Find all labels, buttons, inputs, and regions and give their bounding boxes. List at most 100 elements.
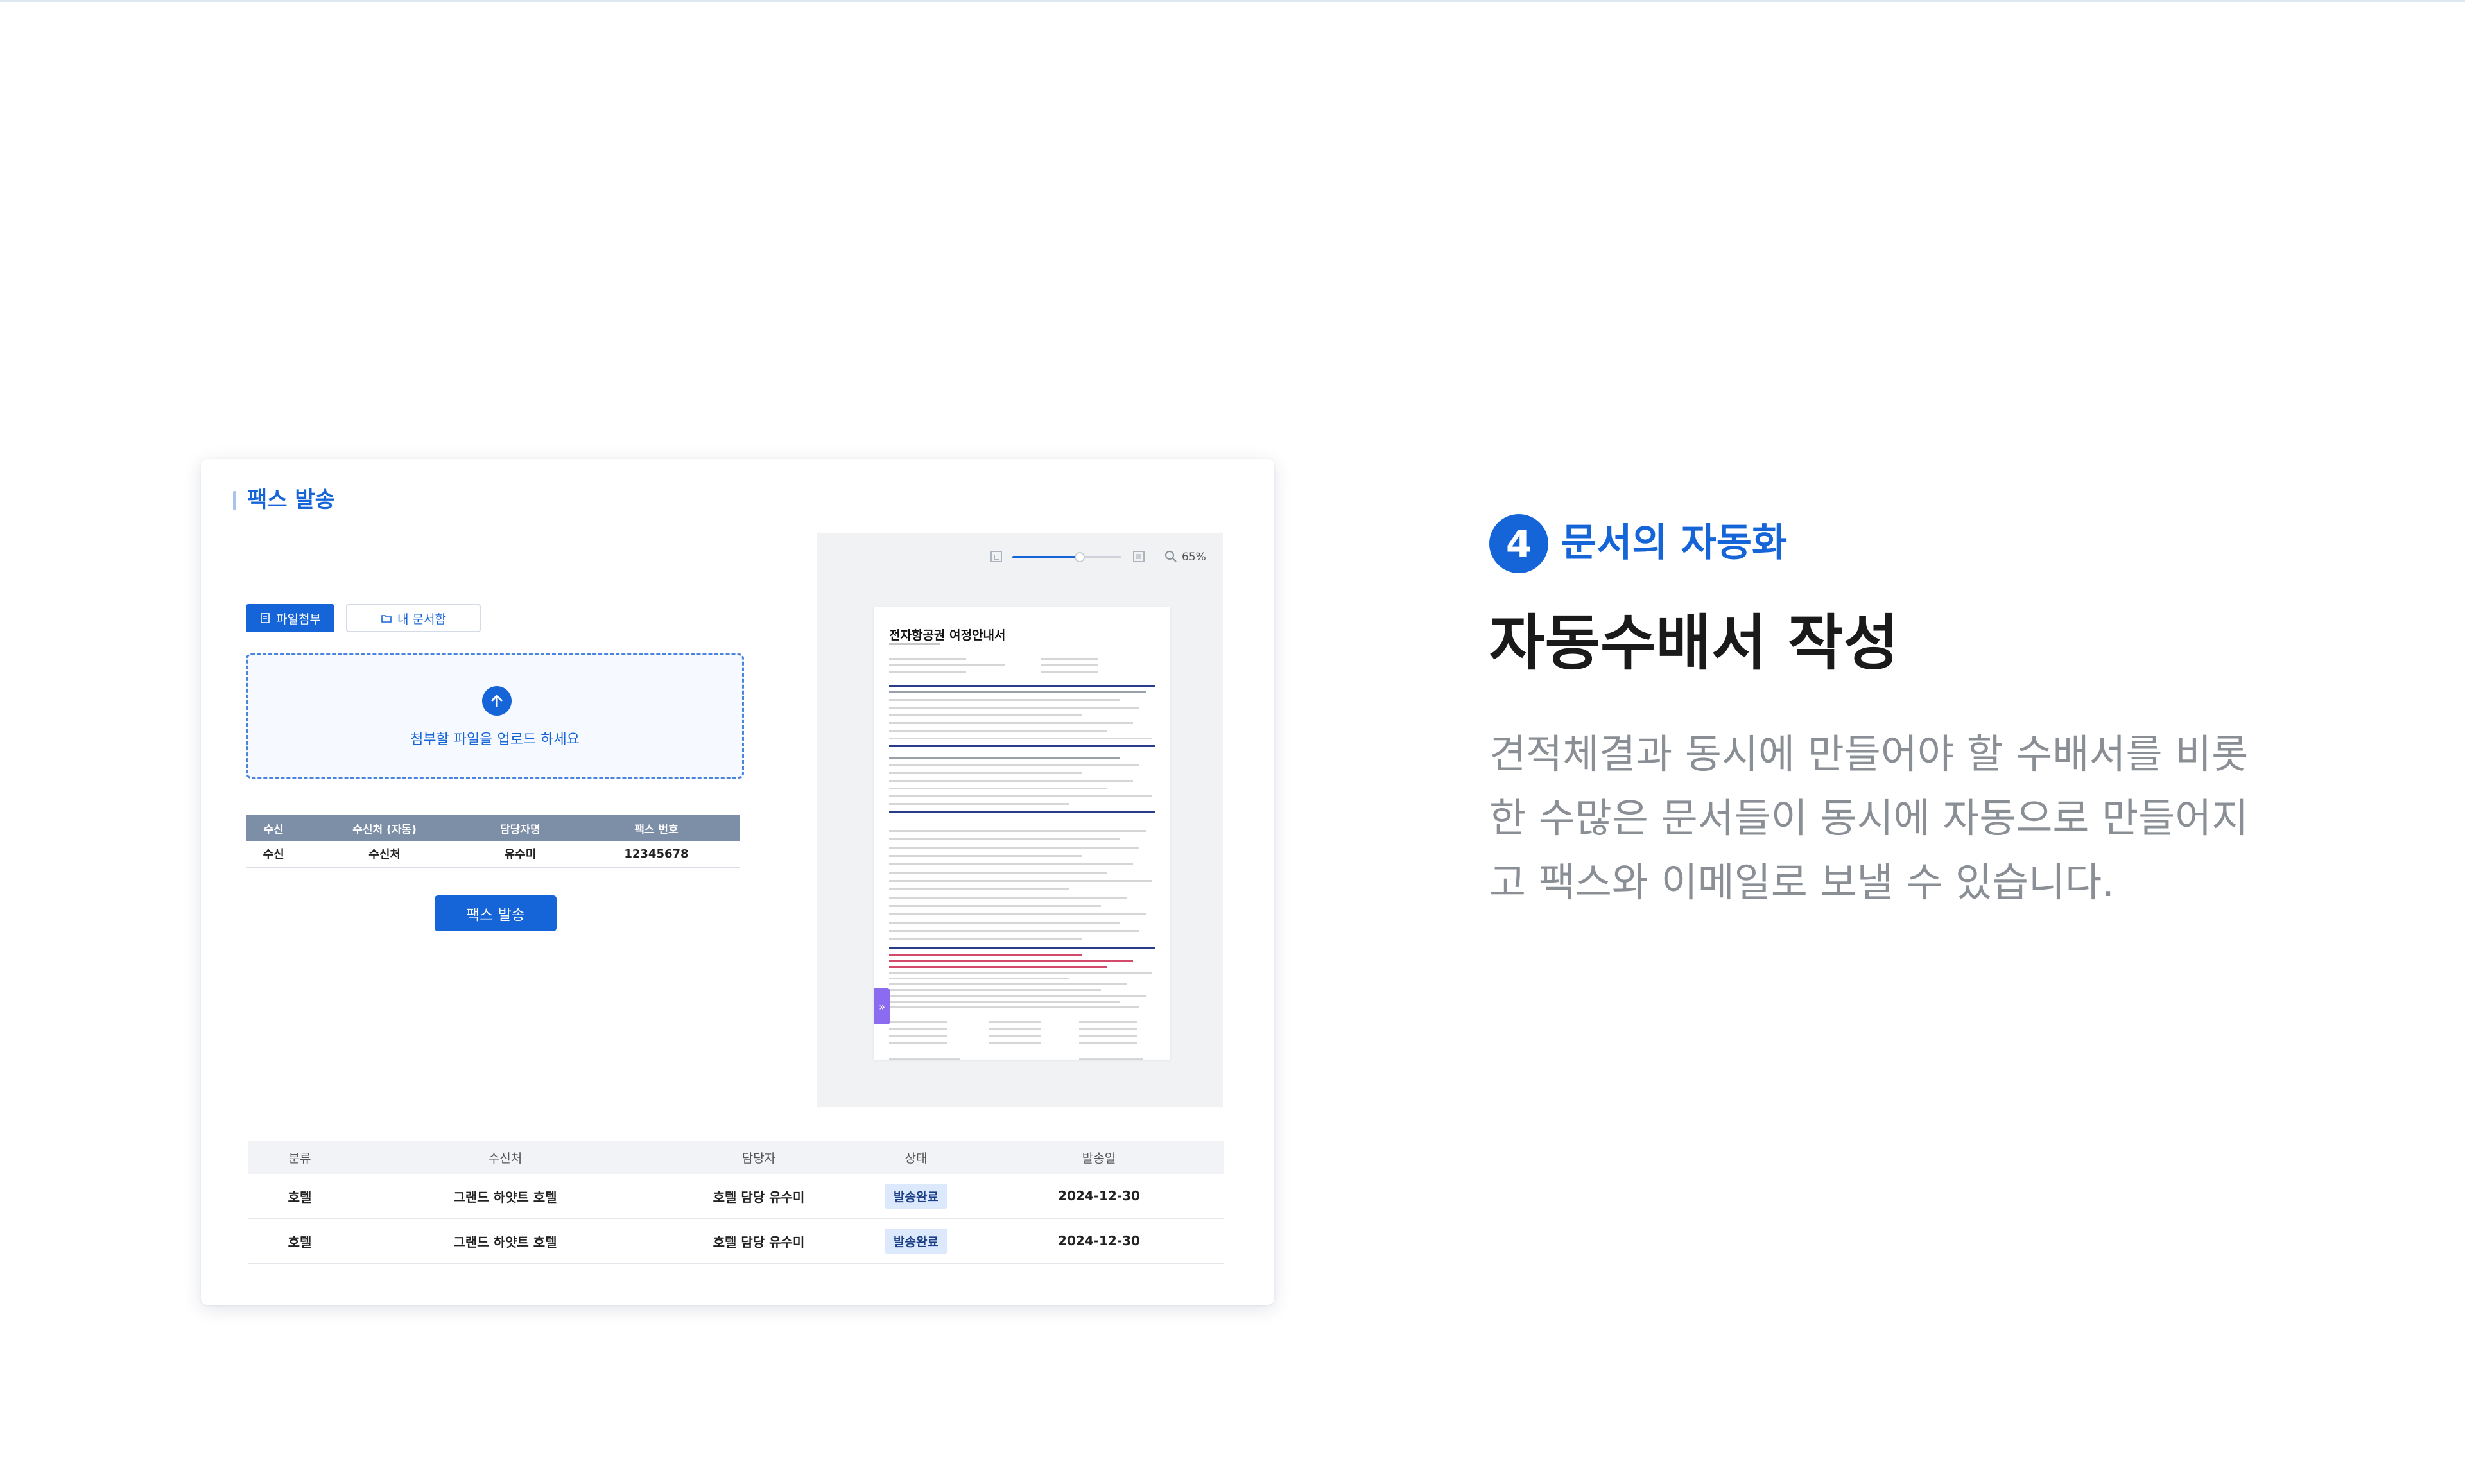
document-text-line xyxy=(889,803,1069,805)
document-text-line xyxy=(889,1021,947,1023)
tab-my-documents-label: 내 문서함 xyxy=(397,612,446,626)
zoom-controls: 65% xyxy=(990,548,1209,567)
recipient-cell: 12345678 xyxy=(572,841,740,868)
feature-description: 견적체결과 동시에 만들어야 할 수배서를 비롯 한 수많은 문서들이 동시에 … xyxy=(1489,722,2298,915)
document-text-line xyxy=(889,897,1127,899)
zoom-in-icon[interactable] xyxy=(1133,551,1145,562)
history-cell: 발송완료 xyxy=(858,1174,974,1219)
document-text-line xyxy=(889,1042,947,1044)
recipient-header: 수신처 (자동) xyxy=(301,815,468,841)
zoom-out-icon[interactable] xyxy=(990,551,1002,562)
recipient-header: 수신 xyxy=(246,815,302,841)
tab-file-attach-label: 파일첨부 xyxy=(276,612,321,626)
history-cell: 2024-12-30 xyxy=(974,1174,1224,1219)
document-text-line xyxy=(889,658,966,660)
history-cell: 호텔 xyxy=(248,1218,351,1264)
document-text-line xyxy=(889,780,1133,782)
recipient-cell: 수신 xyxy=(246,841,302,868)
document-text-line xyxy=(889,757,1120,759)
table-row[interactable]: 호텔 그랜드 하얏트 호텔 호텔 담당 유수미 발송완료 2024-12-30 xyxy=(248,1218,1224,1264)
status-badge: 발송완료 xyxy=(885,1228,947,1254)
document-text-line xyxy=(1041,664,1098,666)
recipient-cell: 유수미 xyxy=(467,841,573,868)
file-dropzone[interactable]: 첨부할 파일을 업로드 하세요 xyxy=(246,653,744,779)
document-text-line xyxy=(889,947,1155,949)
document-text-line xyxy=(889,722,1133,724)
document-text-line xyxy=(1041,658,1098,660)
zoom-slider[interactable] xyxy=(1012,552,1121,562)
document-text-line xyxy=(889,995,1146,997)
zoom-slider-fill xyxy=(1012,556,1080,558)
document-text-line xyxy=(889,847,1139,849)
recipient-header: 담당자명 xyxy=(467,815,573,841)
document-text-line xyxy=(889,772,1082,774)
document-title: 전자항공권 여정안내서 xyxy=(889,628,1006,643)
zoom-slider-handle[interactable] xyxy=(1075,552,1085,562)
document-text-line xyxy=(889,938,1082,940)
document-text-line xyxy=(889,1006,1139,1008)
document-text-line xyxy=(889,972,1152,974)
document-text-line xyxy=(889,1028,947,1030)
chevron-right-icon: » xyxy=(879,1000,885,1013)
fax-panel-card: 팩스 발송 파일첨부 내 문서함 첨부할 파일을 업로드 하세요 수신 수신처 … xyxy=(201,459,1274,1305)
document-text-line xyxy=(1079,1042,1137,1044)
status-badge: 발송완료 xyxy=(885,1183,947,1209)
document-text-line xyxy=(889,788,1107,789)
history-header: 담당자 xyxy=(659,1141,858,1174)
upload-arrow-icon xyxy=(482,686,512,716)
history-header: 분류 xyxy=(248,1141,351,1174)
history-header: 수신처 xyxy=(351,1141,659,1174)
history-cell: 2024-12-30 xyxy=(974,1218,1224,1264)
history-cell: 그랜드 하얏트 호텔 xyxy=(351,1174,659,1219)
folder-icon xyxy=(381,615,392,623)
history-cell: 호텔 xyxy=(248,1174,351,1219)
top-divider xyxy=(0,0,2465,2)
expand-handle[interactable]: » xyxy=(874,988,890,1024)
document-text-line xyxy=(889,830,1146,832)
document-text-line xyxy=(989,1021,1041,1023)
document-text-line xyxy=(889,913,1146,915)
document-text-line xyxy=(889,930,1139,932)
tab-file-attach[interactable]: 파일첨부 xyxy=(246,604,334,632)
document-text-line xyxy=(889,685,1155,687)
recipient-table: 수신 수신처 (자동) 담당자명 팩스 번호 수신 수신처 유수미 123456… xyxy=(246,815,740,868)
document-text-line xyxy=(989,1028,1041,1030)
step-label: 문서의 자동화 xyxy=(1561,521,1788,565)
document-text-line xyxy=(889,730,1107,732)
document-text-line xyxy=(889,795,1152,797)
recipient-cell: 수신처 xyxy=(301,841,468,868)
table-row[interactable]: 호텔 그랜드 하얏트 호텔 호텔 담당 유수미 발송완료 2024-12-30 xyxy=(248,1174,1224,1219)
description-line: 견적체결과 동시에 만들어야 할 수배서를 비롯 xyxy=(1489,730,2249,777)
document-text-line xyxy=(889,671,966,673)
fax-history-table: 분류 수신처 담당자 상태 발송일 호텔 그랜드 하얏트 호텔 호텔 담당 유수… xyxy=(248,1141,1224,1264)
document-text-line xyxy=(889,1001,1120,1003)
document-text-line xyxy=(889,714,1082,716)
history-cell: 호텔 담당 유수미 xyxy=(659,1174,858,1219)
document-text-line xyxy=(1041,671,1098,673)
history-cell: 발송완료 xyxy=(858,1218,974,1264)
document-text-line xyxy=(889,960,1133,962)
send-fax-button[interactable]: 팩스 발송 xyxy=(435,895,557,931)
document-text-line xyxy=(889,738,1152,739)
document-text-line xyxy=(889,1058,960,1060)
magnifier-icon xyxy=(1165,551,1177,562)
document-text-line xyxy=(889,838,1120,840)
document-text-line xyxy=(889,989,1101,991)
history-header: 발송일 xyxy=(974,1141,1224,1174)
description-line: 고 팩스와 이메일로 보낼 수 있습니다. xyxy=(1489,859,2115,906)
document-text-line xyxy=(889,954,1082,956)
feature-title: 자동수배서 작성 xyxy=(1489,608,1899,678)
tab-my-documents[interactable]: 내 문서함 xyxy=(346,604,481,632)
document-text-line xyxy=(889,699,1120,701)
document-text-line xyxy=(889,922,1120,924)
upload-prompt: 첨부할 파일을 업로드 하세요 xyxy=(410,732,580,748)
history-header: 상태 xyxy=(858,1141,974,1174)
document-text-line xyxy=(1079,1028,1137,1030)
document-text-line xyxy=(889,966,1107,968)
history-cell: 호텔 담당 유수미 xyxy=(659,1218,858,1264)
document-preview: 65% 전자항공권 여정안내서 » xyxy=(817,533,1223,1107)
document-icon xyxy=(261,613,270,623)
table-row: 수신 수신처 유수미 12345678 xyxy=(246,841,740,868)
document-text-line xyxy=(889,745,1155,747)
document-text-line xyxy=(889,707,1139,709)
